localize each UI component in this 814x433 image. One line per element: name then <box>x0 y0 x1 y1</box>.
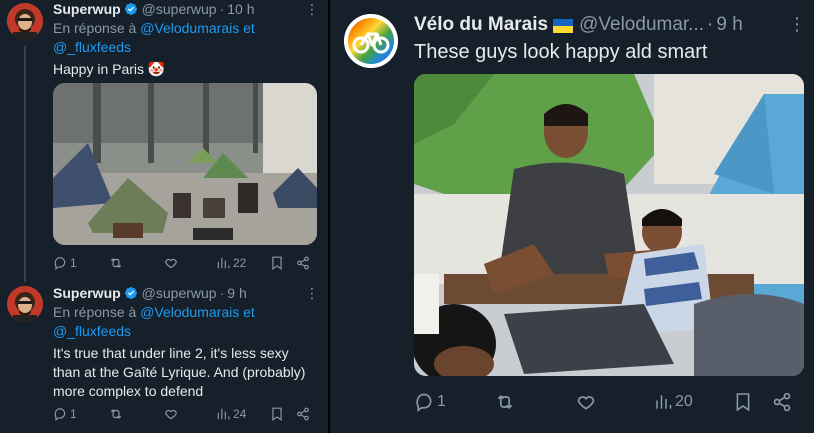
right-tweet-reply-button[interactable]: 1 <box>414 392 446 412</box>
right-tweet-reply-count: 1 <box>437 393 446 410</box>
tweet2-handle[interactable]: @superwup <box>142 285 217 301</box>
tweet1-reply-to: En réponse à @Velodumarais et @_fluxfeed… <box>53 19 255 57</box>
tweet1-text: Happy in Paris 🤡 <box>53 61 166 77</box>
tweet1-views-button[interactable]: 22 <box>216 256 246 270</box>
tweet2-text-line: It's true that under line 2, it's less s… <box>53 345 289 361</box>
tweet2-view-count: 24 <box>233 407 247 421</box>
tweet2-share-button[interactable] <box>296 407 310 421</box>
tweet2-like-button[interactable] <box>164 407 178 421</box>
reply-icon <box>54 408 66 421</box>
tweet1-reply-button[interactable]: 1 <box>53 256 77 270</box>
verified-badge-icon <box>124 286 138 300</box>
right-tweet-more-options-icon[interactable]: ⋮ <box>788 14 806 35</box>
tweet1-header: Superwup @superwup · 10 h <box>53 1 255 17</box>
tweet2-views-button[interactable]: 24 <box>216 407 246 421</box>
tweet2-author-name[interactable]: Superwup <box>53 285 121 301</box>
views-chart-icon <box>656 395 672 409</box>
right-tweet-bookmark-button[interactable] <box>735 392 751 412</box>
retweet-icon <box>497 394 513 410</box>
tweet2-text-line: more complex to defend <box>53 383 204 399</box>
tweet1-reply-count: 1 <box>70 256 77 270</box>
right-tweet-header: Vélo du Marais @Velodumar... · 9 h <box>414 14 743 36</box>
retweet-icon <box>110 409 122 419</box>
tweet2-reply-count: 1 <box>70 407 77 421</box>
tweet2-retweet-button[interactable] <box>108 407 124 421</box>
tweet2-reply-button[interactable]: 1 <box>53 407 77 421</box>
right-tweet-text: These guys look happy ald smart <box>414 41 708 63</box>
right-tweet-photo[interactable] <box>414 74 804 376</box>
tweet1-handle[interactable]: @superwup <box>142 1 217 17</box>
bookmark-icon <box>272 256 282 270</box>
right-tweet-pane: Vélo du Marais @Velodumar... · 9 h ⋮ The… <box>330 0 814 433</box>
right-tweet-retweet-button[interactable] <box>494 392 516 412</box>
tweet2-bookmark-button[interactable] <box>271 407 283 421</box>
right-tweet-views-button[interactable]: 20 <box>654 393 693 411</box>
tweet2-header: Superwup @superwup · 9 h <box>53 285 247 301</box>
tweet1-action-bar: 1 22 <box>53 255 317 271</box>
views-chart-icon <box>217 408 230 420</box>
thread-connector-line <box>24 46 26 282</box>
tweet2-reply-to: En réponse à @Velodumarais et @_fluxfeed… <box>53 303 255 341</box>
tweet1-share-button[interactable] <box>296 256 310 270</box>
separator-dot: · <box>219 1 225 17</box>
superwup-avatar-2[interactable] <box>7 286 43 322</box>
reply-prefix: En réponse à <box>53 20 137 36</box>
tweet1-time[interactable]: 10 h <box>227 1 254 17</box>
right-tweet-view-count: 20 <box>675 393 693 410</box>
share-icon <box>297 256 309 270</box>
share-icon <box>773 392 791 412</box>
tweet1-view-count: 22 <box>233 256 247 270</box>
tweet2-time[interactable]: 9 h <box>227 285 246 301</box>
velo-du-marais-avatar[interactable] <box>344 14 398 68</box>
reply-and: et <box>243 20 255 36</box>
superwup-avatar[interactable] <box>7 3 43 39</box>
reply-icon <box>416 393 432 412</box>
left-thread-pane: Superwup @superwup · 10 h ⋮ En réponse à… <box>0 0 328 433</box>
share-icon <box>297 407 309 421</box>
ukraine-flag-icon <box>553 19 574 33</box>
mention-velodumarais[interactable]: @Velodumarais <box>140 20 239 36</box>
separator-dot: · <box>707 14 714 35</box>
tweet2-text-line: than at the Gaîté Lyrique. And (probably… <box>53 364 306 380</box>
right-tweet-time[interactable]: 9 h <box>716 14 742 36</box>
mention-velodumarais[interactable]: @Velodumarais <box>140 304 239 320</box>
tweet1-photo[interactable] <box>53 83 317 245</box>
right-tweet-share-button[interactable] <box>772 392 792 412</box>
right-tweet-like-button[interactable] <box>576 392 596 412</box>
right-tweet-author-name[interactable]: Vélo du Marais <box>414 14 548 36</box>
separator-dot: · <box>219 285 225 301</box>
tweet1-like-button[interactable] <box>164 256 178 270</box>
tweet1-retweet-button[interactable] <box>108 256 124 270</box>
heart-icon <box>165 409 177 420</box>
tweet2-text: It's true that under line 2, it's less s… <box>53 344 305 401</box>
reply-prefix: En réponse à <box>53 304 137 320</box>
tweet2-action-bar: 1 24 <box>53 406 317 422</box>
tweet2-more-options-icon[interactable]: ⋮ <box>305 285 319 302</box>
heart-icon <box>577 396 595 410</box>
verified-badge-icon <box>124 2 138 16</box>
tweet1-author-name[interactable]: Superwup <box>53 1 121 17</box>
tweet1-bookmark-button[interactable] <box>271 256 283 270</box>
bookmark-icon <box>736 393 750 412</box>
views-chart-icon <box>217 257 230 269</box>
reply-icon <box>54 257 66 270</box>
right-tweet-handle[interactable]: @Velodumar... <box>579 14 704 36</box>
tweet1-more-options-icon[interactable]: ⋮ <box>305 1 319 18</box>
bookmark-icon <box>272 407 282 421</box>
mention-fluxfeeds[interactable]: @_fluxfeeds <box>53 39 131 55</box>
reply-and: et <box>243 304 255 320</box>
retweet-icon <box>110 258 122 268</box>
mention-fluxfeeds[interactable]: @_fluxfeeds <box>53 323 131 339</box>
heart-icon <box>165 258 177 269</box>
right-tweet-action-bar: 1 20 <box>414 392 804 412</box>
